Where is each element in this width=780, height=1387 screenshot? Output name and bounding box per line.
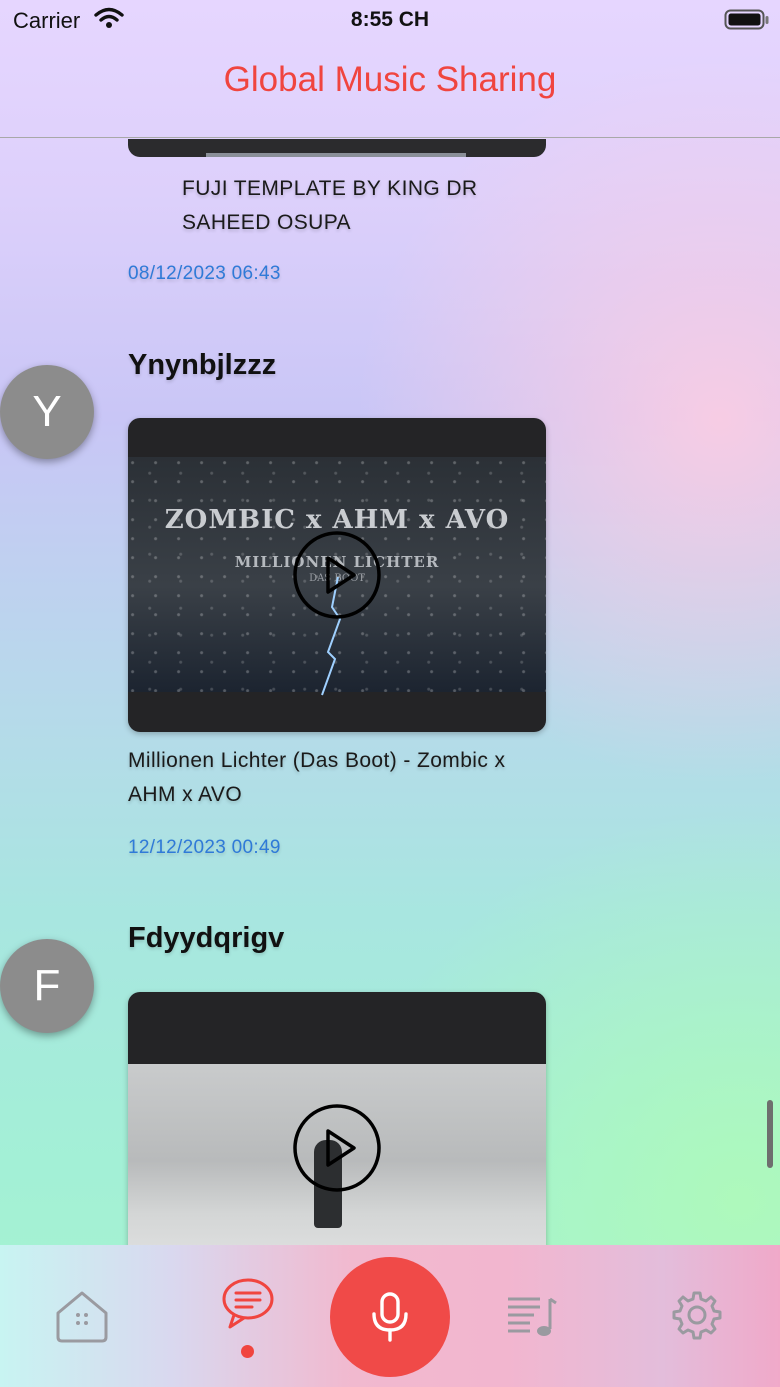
post-caption: FUJI TEMPLATE BY KING DR SAHEED OSUPA [182,177,478,234]
post-caption: Millionen Lichter (Das Boot) - Zombic x … [128,749,506,806]
home-icon [56,1291,108,1343]
play-icon[interactable] [292,530,382,620]
tab-settings[interactable] [665,1285,729,1349]
video-progress-bar [206,153,466,157]
post-date: 08/12/2023 06:43 [128,263,281,284]
post-username[interactable]: Ynynbjlzzz [128,349,276,382]
record-button[interactable] [330,1257,450,1377]
video-player[interactable] [128,992,546,1245]
video-player[interactable]: ZOMBIC x AHM x AVO MILLIONEN LICHTER DAS… [128,418,546,732]
microphone-icon [372,1292,408,1342]
post-username[interactable]: Fdyydqrigv [128,922,284,955]
tab-playlist[interactable] [500,1285,564,1349]
scrollbar[interactable] [767,1100,773,1168]
settings-icon [672,1291,722,1340]
battery-icon [724,9,770,36]
tab-bar [0,1245,780,1387]
page-title: Global Music Sharing [223,60,557,99]
playlist-icon [508,1297,557,1336]
post-feed[interactable]: FUJI TEMPLATE BY KING DR SAHEED OSUPA 08… [0,139,780,1245]
avatar[interactable]: F [0,939,94,1033]
app-header: Global Music Sharing [0,40,780,138]
tab-home[interactable] [50,1285,114,1349]
chat-icon [222,1278,274,1329]
tab-chat[interactable] [216,1273,280,1337]
status-time: 8:55 CH [350,8,430,31]
video-thumbnail[interactable] [128,139,546,157]
status-bar: Carrier 8:55 CH [0,0,780,40]
selected-tab-indicator [241,1345,254,1358]
post-date: 12/12/2023 00:49 [128,837,281,858]
avatar[interactable]: Y [0,365,94,459]
play-icon[interactable] [292,1103,382,1193]
